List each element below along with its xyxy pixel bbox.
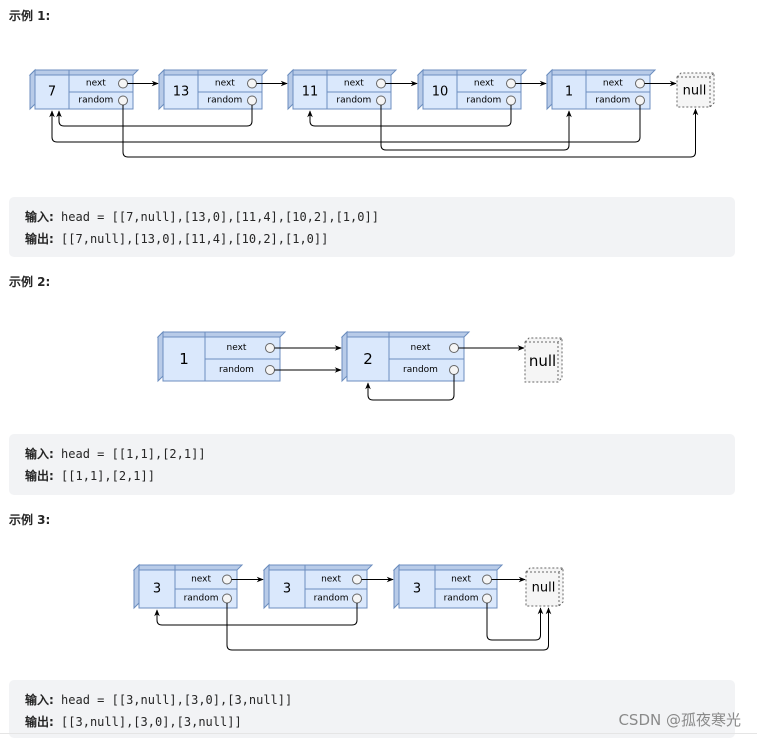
node-value: 3 bbox=[283, 582, 291, 597]
list-node: 3 next random bbox=[392, 563, 504, 610]
output-value: [[3,null],[3,0],[3,null]] bbox=[61, 715, 242, 729]
null-label: null bbox=[532, 581, 556, 596]
node-top-face bbox=[262, 564, 374, 571]
random-label: random bbox=[184, 594, 219, 604]
watermark: CSDN @孤夜寒光 bbox=[618, 711, 741, 729]
node-side-face bbox=[133, 563, 140, 610]
random-label: random bbox=[314, 594, 349, 604]
example-3-output: 输出: [[3,null],[3,0],[3,null]] bbox=[25, 713, 242, 730]
random-port-icon bbox=[352, 593, 362, 604]
random-label: random bbox=[444, 594, 479, 604]
example-3-input: 输入: head = [[3,null],[3,0],[3,null]] bbox=[25, 691, 292, 708]
random-arrow bbox=[226, 603, 552, 651]
next-label: next bbox=[451, 575, 471, 585]
example-3-diagram: 3 next random 3 next random 3 next random null bbox=[132, 563, 564, 651]
node-value: 3 bbox=[413, 582, 421, 597]
next-label: next bbox=[191, 575, 211, 585]
output-label: 输出: bbox=[25, 715, 54, 729]
divider bbox=[0, 733, 757, 734]
node-value: 3 bbox=[153, 582, 161, 597]
node-side-face bbox=[263, 563, 270, 610]
random-arrow bbox=[486, 603, 544, 641]
node-top-face bbox=[392, 564, 504, 571]
random-port-icon bbox=[482, 593, 492, 604]
null-node: null bbox=[525, 567, 564, 607]
next-port-icon bbox=[352, 574, 362, 585]
next-label: next bbox=[321, 575, 341, 585]
list-node: 3 next random bbox=[132, 563, 244, 610]
node-top-face bbox=[132, 564, 244, 571]
input-value: head = [[3,null],[3,0],[3,null]] bbox=[61, 693, 293, 707]
next-port-icon bbox=[482, 574, 492, 585]
node-side-face bbox=[393, 563, 400, 610]
input-label: 输入: bbox=[25, 693, 54, 707]
random-port-icon bbox=[222, 593, 232, 604]
list-node: 3 next random bbox=[262, 563, 374, 610]
next-port-icon bbox=[222, 574, 232, 585]
